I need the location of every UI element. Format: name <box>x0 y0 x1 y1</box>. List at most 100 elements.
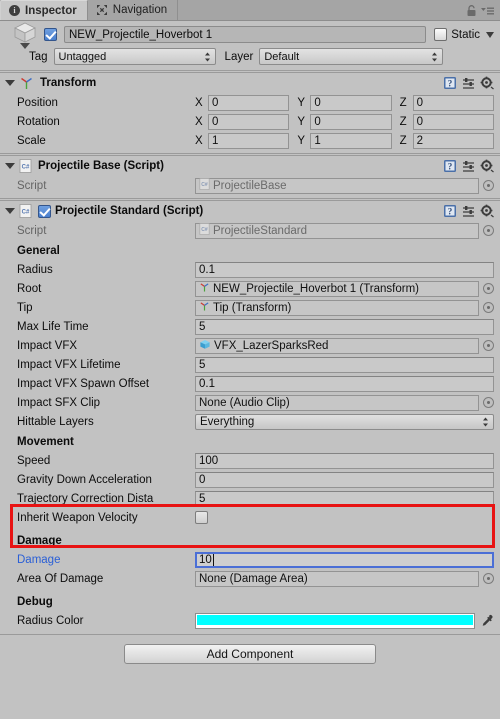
position-y-input[interactable]: 0 <box>310 94 392 111</box>
projectile-base-header[interactable]: C# Projectile Base (Script) ? <box>0 156 500 176</box>
object-picker-icon[interactable] <box>483 397 494 408</box>
script-label: Script <box>17 179 47 192</box>
position-x-input[interactable]: 0 <box>208 94 290 111</box>
impact-sfx-clip-value: None (Audio Clip) <box>199 396 290 409</box>
hittable-layers-dropdown[interactable]: Everything <box>195 413 494 430</box>
foldout-arrow-icon[interactable] <box>5 163 15 169</box>
tip-object-field[interactable]: Tip (Transform) <box>195 299 479 316</box>
impact-sfx-clip-object-field[interactable]: None (Audio Clip) <box>195 394 479 411</box>
gravity-down-acceleration-input[interactable]: 0 <box>195 471 494 488</box>
object-picker-icon[interactable] <box>483 302 494 313</box>
radius-input[interactable]: 0.1 <box>195 261 494 278</box>
svg-text:C#: C# <box>22 210 30 216</box>
gameobject-name-input[interactable]: NEW_Projectile_Hoverbot 1 <box>64 26 427 43</box>
scale-x-value: 1 <box>212 134 219 147</box>
radius-value: 0.1 <box>199 263 215 276</box>
area-of-damage-value: None (Damage Area) <box>199 572 308 585</box>
impact-vfx-lifetime-value: 5 <box>199 358 206 371</box>
gravity-down-acceleration-label: Gravity Down Acceleration <box>17 473 152 486</box>
area-of-damage-label: Area Of Damage <box>17 572 104 585</box>
impact-vfx-object-field[interactable]: VFX_LazerSparksRed <box>195 337 479 354</box>
gear-icon[interactable] <box>480 159 494 173</box>
object-picker-icon[interactable] <box>483 573 494 584</box>
transform-scale-row: Scale X 1 Y 1 Z 2 <box>0 131 500 150</box>
impact-vfx-spawn-offset-input[interactable]: 0.1 <box>195 375 494 392</box>
gameobject-cube-icon[interactable] <box>6 21 44 49</box>
tip-value: Tip (Transform) <box>213 301 292 314</box>
projectile-standard-enabled-checkbox[interactable] <box>38 204 51 218</box>
scale-y-input[interactable]: 1 <box>310 132 392 149</box>
area-of-damage-object-field[interactable]: None (Damage Area) <box>195 570 479 587</box>
projectile-standard-script-field[interactable]: C# ProjectileStandard <box>195 222 479 239</box>
rotation-y-input[interactable]: 0 <box>310 113 392 130</box>
damage-input[interactable]: 10 <box>195 551 494 568</box>
scale-x-input[interactable]: 1 <box>208 132 290 149</box>
preset-icon[interactable] <box>462 160 475 173</box>
trajectory-correction-distance-value: 5 <box>199 492 206 505</box>
trajectory-correction-distance-input[interactable]: 5 <box>195 490 494 507</box>
transform-title: Transform <box>40 77 97 89</box>
help-icon[interactable]: ? <box>443 159 457 173</box>
projectile-standard-header[interactable]: C# Projectile Standard (Script) ? <box>0 201 500 221</box>
inherit-weapon-velocity-checkbox[interactable] <box>195 511 208 524</box>
speed-input[interactable]: 100 <box>195 452 494 469</box>
tip-row: Tip Tip (Transform) <box>0 298 500 317</box>
chevron-updown-icon <box>432 52 438 61</box>
damage-value: 10 <box>199 553 212 566</box>
section-movement-header: Movement <box>17 436 74 448</box>
projectile-standard-script-row: Script C# ProjectileStandard <box>0 221 500 240</box>
preset-icon[interactable] <box>462 205 475 218</box>
speed-value: 100 <box>199 454 219 467</box>
chevron-updown-icon <box>204 52 210 61</box>
tag-dropdown[interactable]: Untagged <box>53 48 216 65</box>
tag-label: Tag <box>29 50 48 63</box>
projectile-base-script-field[interactable]: C# ProjectileBase <box>195 177 479 194</box>
position-z-input[interactable]: 0 <box>412 94 494 111</box>
radius-color-fill <box>197 614 473 625</box>
impact-vfx-value: VFX_LazerSparksRed <box>214 339 329 352</box>
help-icon[interactable]: ? <box>443 204 457 218</box>
gear-icon[interactable] <box>480 204 494 218</box>
object-picker-icon[interactable] <box>483 180 494 191</box>
object-picker-icon[interactable] <box>483 283 494 294</box>
add-component-button[interactable]: Add Component <box>124 644 376 664</box>
foldout-arrow-icon[interactable] <box>5 80 15 86</box>
static-checkbox[interactable] <box>434 28 448 41</box>
transform-header[interactable]: Transform ? <box>0 73 500 93</box>
gameobject-enabled-checkbox[interactable] <box>44 28 57 41</box>
radius-color-swatch[interactable] <box>195 612 475 629</box>
position-y-value: 0 <box>314 96 321 109</box>
tab-inspector[interactable]: i Inspector <box>0 0 88 20</box>
preset-icon[interactable] <box>462 77 475 90</box>
impact-vfx-row: Impact VFX VFX_LazerSparksRed <box>0 336 500 355</box>
inspector-body: NEW_Projectile_Hoverbot 1 Static Tag Unt… <box>0 21 500 719</box>
axis-y-label: Y <box>297 96 305 109</box>
max-life-time-input[interactable]: 5 <box>195 318 494 335</box>
root-object-field[interactable]: NEW_Projectile_Hoverbot 1 (Transform) <box>195 280 479 297</box>
scale-z-input[interactable]: 2 <box>412 132 494 149</box>
object-picker-icon[interactable] <box>483 225 494 236</box>
damage-row: Damage 10 <box>0 550 500 569</box>
menu-icon[interactable] <box>481 6 494 16</box>
foldout-arrow-icon[interactable] <box>5 208 15 214</box>
layer-dropdown[interactable]: Default <box>259 48 444 65</box>
hittable-layers-value: Everything <box>200 415 255 428</box>
impact-vfx-lifetime-input[interactable]: 5 <box>195 356 494 373</box>
eyedropper-icon[interactable] <box>475 614 494 628</box>
tab-navigation[interactable]: Navigation <box>88 0 179 20</box>
gameobject-icon-dropdown-arrow[interactable] <box>20 42 30 49</box>
max-life-time-label: Max Life Time <box>17 320 89 333</box>
help-icon[interactable]: ? <box>443 76 457 90</box>
max-life-time-row: Max Life Time 5 <box>0 317 500 336</box>
axis-y-label: Y <box>297 115 305 128</box>
svg-text:?: ? <box>448 207 453 217</box>
static-dropdown-arrow[interactable] <box>486 31 494 38</box>
rotation-x-input[interactable]: 0 <box>208 113 290 130</box>
lock-icon[interactable] <box>466 5 477 17</box>
gear-icon[interactable] <box>480 76 494 90</box>
inherit-weapon-velocity-row: Inherit Weapon Velocity <box>0 508 500 527</box>
object-picker-icon[interactable] <box>483 340 494 351</box>
svg-text:C#: C# <box>22 165 30 171</box>
projectile-base-script-row: Script C# ProjectileBase <box>0 176 500 195</box>
rotation-z-input[interactable]: 0 <box>412 113 494 130</box>
